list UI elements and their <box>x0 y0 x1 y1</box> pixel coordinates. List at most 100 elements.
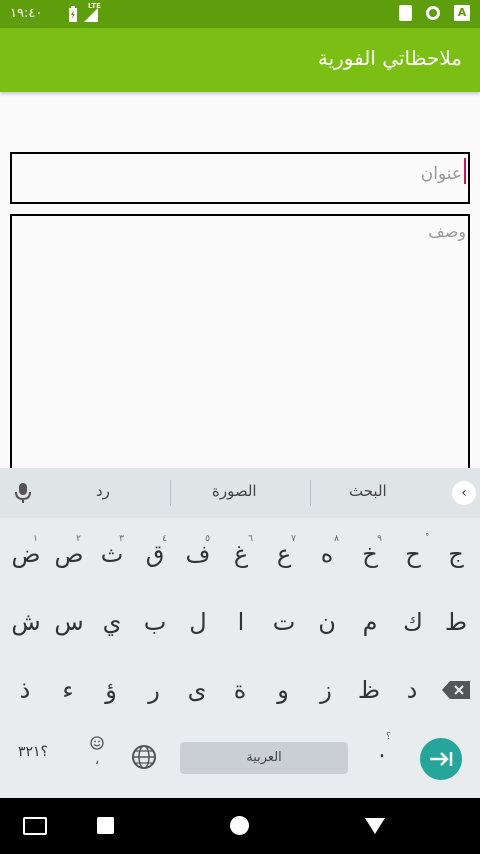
comma-label: ، <box>94 752 100 768</box>
key[interactable]: ع٧ <box>264 528 304 580</box>
backspace-icon[interactable] <box>442 681 470 699</box>
home-icon[interactable] <box>230 816 249 835</box>
key[interactable]: ض١ <box>6 528 46 580</box>
key-char: ظ <box>357 676 381 704</box>
key-char: ز <box>320 676 332 704</box>
key-hint: ٥ <box>205 534 210 544</box>
key-hint: ٩ <box>377 534 382 544</box>
key-char: ؤ <box>105 676 117 704</box>
key[interactable]: م <box>350 596 390 648</box>
key[interactable]: ن <box>307 596 347 648</box>
a-icon: A <box>454 5 470 21</box>
key-char: ف <box>185 540 211 568</box>
key[interactable]: ذ <box>5 664 45 716</box>
key-hint: ٨ <box>334 534 339 544</box>
key[interactable]: ك <box>393 596 433 648</box>
key[interactable]: ز <box>306 664 346 716</box>
suggestion-divider <box>310 480 311 506</box>
key[interactable]: ظ <box>349 664 389 716</box>
period-hint: ؟ <box>386 732 391 742</box>
screen: ١٩:٤٠ LTE A ملاحظاتي الفورية عنوان وصف ر… <box>0 0 480 854</box>
key[interactable]: ل <box>178 596 218 648</box>
suggestion-divider <box>170 480 171 506</box>
key-char: ج <box>448 540 464 568</box>
suggestion-2[interactable]: الصورة <box>212 482 257 500</box>
key-char: ن <box>318 608 336 636</box>
status-bar: ١٩:٤٠ LTE A <box>0 0 480 28</box>
key[interactable]: ة <box>220 664 260 716</box>
key[interactable]: ى <box>177 664 217 716</box>
key-char: ك <box>403 608 423 636</box>
mic-icon[interactable] <box>14 482 32 504</box>
key[interactable]: حْ <box>393 528 433 580</box>
key-char: ع <box>276 540 292 568</box>
key[interactable]: ب <box>135 596 175 648</box>
status-time: ١٩:٤٠ <box>10 6 43 21</box>
key[interactable]: ء <box>48 664 88 716</box>
key-char: ص <box>54 540 84 568</box>
period-key[interactable]: ؟ . <box>372 732 392 763</box>
enter-key[interactable] <box>420 738 462 780</box>
key-char: ط <box>444 608 468 636</box>
key-char: و <box>277 676 289 704</box>
navigation-bar <box>0 798 480 854</box>
emoji-key[interactable]: ، <box>88 736 106 768</box>
title-placeholder: عنوان <box>420 164 462 184</box>
key-char: ر <box>148 676 160 704</box>
key-hint: ١ <box>33 534 38 544</box>
key[interactable]: ه٨ <box>307 528 347 580</box>
keyboard-switch-icon[interactable] <box>23 817 47 835</box>
enter-arrow-icon <box>430 752 453 766</box>
key[interactable]: ط <box>436 596 476 648</box>
key[interactable]: ق٤ <box>135 528 175 580</box>
key[interactable]: غ٦ <box>221 528 261 580</box>
chevron-left-icon[interactable]: ‹ <box>452 481 476 505</box>
recents-icon[interactable] <box>97 817 114 834</box>
key-char: ض <box>11 540 41 568</box>
key-char: ا <box>237 608 245 636</box>
space-key[interactable]: العربية <box>180 742 348 774</box>
key-hint: ٧ <box>291 534 296 544</box>
key[interactable]: ت <box>264 596 304 648</box>
key[interactable]: خ٩ <box>350 528 390 580</box>
period-label: . <box>378 738 386 763</box>
symbols-key[interactable]: ؟٣٢١ <box>18 744 48 760</box>
sync-icon <box>426 6 440 20</box>
key[interactable]: ج <box>436 528 476 580</box>
title-input[interactable]: عنوان <box>10 152 470 204</box>
key-char: ي <box>102 608 122 636</box>
key-char: ب <box>143 608 167 636</box>
keyboard: رد الصورة البحث ‹ جحْخ٩ه٨ع٧غ٦ف٥ق٤ث٣ص٢ض١ط… <box>0 468 480 798</box>
back-icon[interactable] <box>365 818 385 834</box>
key-hint: ٢ <box>76 534 81 544</box>
key-char: ش <box>11 608 41 636</box>
key-char: د <box>406 676 418 704</box>
key[interactable]: ش <box>6 596 46 648</box>
suggestion-3[interactable]: رد <box>96 482 110 500</box>
text-cursor <box>464 158 466 184</box>
key-char: س <box>54 608 84 636</box>
description-input[interactable]: وصف <box>10 214 470 484</box>
key[interactable]: د <box>392 664 432 716</box>
key-char: غ <box>233 540 249 568</box>
key[interactable]: ث٣ <box>92 528 132 580</box>
key[interactable]: ا <box>221 596 261 648</box>
key[interactable]: ؤ <box>91 664 131 716</box>
key[interactable]: ص٢ <box>49 528 89 580</box>
key-char: م <box>362 608 378 636</box>
emoji-icon <box>90 736 104 750</box>
key-char: ت <box>272 608 296 636</box>
description-placeholder: وصف <box>428 222 466 241</box>
key[interactable]: س <box>49 596 89 648</box>
key[interactable]: ر <box>134 664 174 716</box>
suggestion-1[interactable]: البحث <box>349 482 387 500</box>
suggestion-strip: رد الصورة البحث ‹ <box>0 468 480 518</box>
network-type: LTE <box>88 2 101 10</box>
key[interactable]: ي <box>92 596 132 648</box>
key[interactable]: و <box>263 664 303 716</box>
globe-icon[interactable] <box>131 744 157 770</box>
signal-icon: LTE <box>84 2 101 22</box>
app-bar: ملاحظاتي الفورية <box>0 28 480 92</box>
battery-charging-icon <box>69 6 77 22</box>
key[interactable]: ف٥ <box>178 528 218 580</box>
